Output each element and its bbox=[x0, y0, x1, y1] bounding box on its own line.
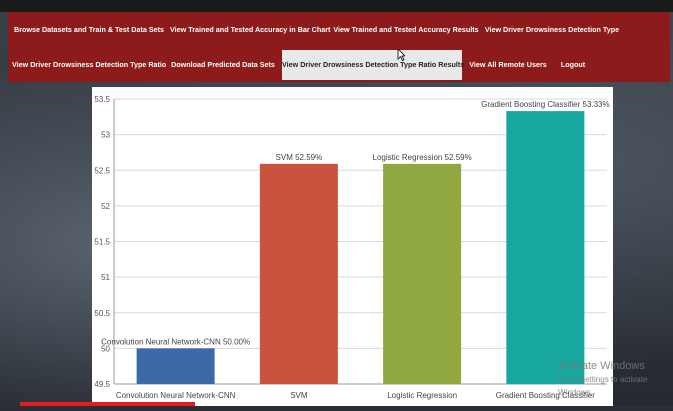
y-tick-label: 52 bbox=[101, 202, 110, 211]
watermark-subtitle: Go to Settings to activate Windows. bbox=[558, 375, 648, 397]
y-tick-label: 52.5 bbox=[94, 166, 110, 175]
data-label: Convolution Neural Network-CNN 50.00% bbox=[101, 337, 250, 346]
nav-accuracy-bar-chart[interactable]: View Trained and Tested Accuracy in Bar … bbox=[170, 12, 330, 47]
data-label: SVM 52.59% bbox=[276, 153, 323, 162]
watermark-title: Activate Windows bbox=[558, 360, 645, 372]
y-tick-label: 53.5 bbox=[94, 95, 110, 104]
bar bbox=[506, 111, 585, 385]
mouse-cursor-icon bbox=[397, 49, 405, 61]
y-tick-label: 51.5 bbox=[94, 238, 110, 247]
data-label: Logistic Regression 52.59% bbox=[373, 153, 472, 162]
data-label: Gradient Boosting Classifier 53.33% bbox=[481, 100, 610, 109]
y-tick-label: 51 bbox=[101, 273, 110, 282]
nav-detection-ratio-results[interactable]: View Driver Drowsiness Detection Type Ra… bbox=[282, 50, 464, 80]
nav-row-1: Browse Datasets and Train & Test Data Se… bbox=[8, 12, 670, 47]
nav-accuracy-results[interactable]: View Trained and Tested Accuracy Results bbox=[332, 12, 480, 47]
bar bbox=[259, 163, 338, 384]
top-strip bbox=[0, 0, 673, 12]
y-tick-label: 49.5 bbox=[94, 380, 110, 389]
nav-detection-type[interactable]: View Driver Drowsiness Detection Type bbox=[482, 12, 622, 47]
main-nav: Browse Datasets and Train & Test Data Se… bbox=[8, 12, 670, 82]
video-progress-bar bbox=[20, 402, 195, 406]
nav-browse-datasets[interactable]: Browse Datasets and Train & Test Data Se… bbox=[14, 12, 164, 47]
accuracy-bar-chart: 49.55050.55151.55252.55353.5Convolution … bbox=[94, 95, 610, 400]
y-tick-label: 50.5 bbox=[94, 309, 110, 318]
bar bbox=[383, 163, 462, 384]
chart-panel: 49.5 50 50.5 51 51.5 52 52.5 53 53.5 Convolution … bbox=[92, 87, 613, 406]
nav-download-predicted[interactable]: Download Predicted Data Sets bbox=[170, 47, 276, 82]
bar bbox=[136, 348, 215, 384]
nav-logout[interactable]: Logout bbox=[554, 47, 592, 82]
x-tick-label: Logistic Regression bbox=[387, 391, 457, 400]
nav-row-2: View Driver Drowsiness Detection Type Ra… bbox=[8, 47, 670, 82]
nav-remote-users[interactable]: View All Remote Users bbox=[468, 47, 548, 82]
x-tick-label: SVM bbox=[290, 391, 308, 400]
windows-activation-watermark: Activate Windows Go to Settings to activ… bbox=[558, 360, 673, 399]
x-tick-label: Convolution Neural Network-CNN bbox=[116, 391, 236, 400]
nav-detection-type-ratio[interactable]: View Driver Drowsiness Detection Type Ra… bbox=[12, 47, 166, 82]
y-tick-label: 53 bbox=[101, 131, 110, 140]
